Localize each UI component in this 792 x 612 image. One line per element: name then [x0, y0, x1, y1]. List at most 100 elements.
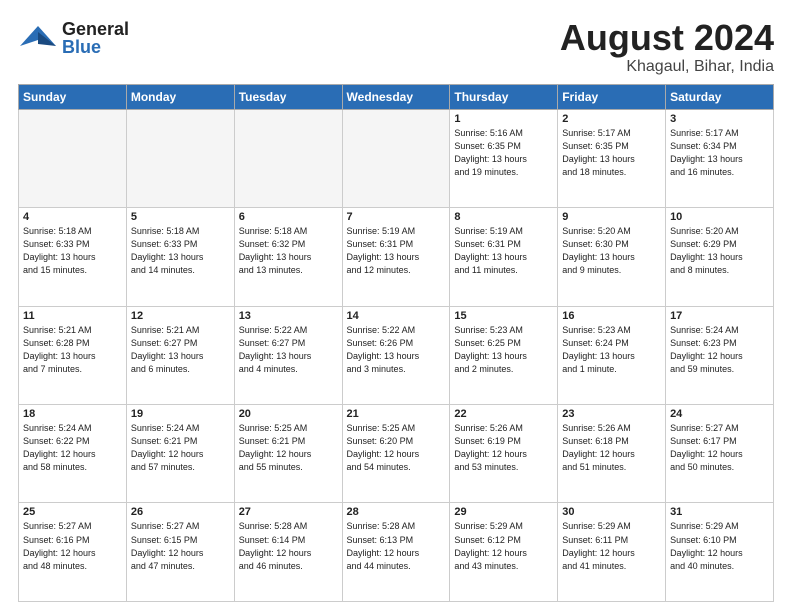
day-number: 26 — [131, 506, 230, 518]
title-block: August 2024 Khagaul, Bihar, India — [560, 18, 774, 76]
day-info: Sunrise: 5:28 AM Sunset: 6:13 PM Dayligh… — [347, 520, 446, 572]
day-number: 29 — [454, 506, 553, 518]
day-number: 12 — [131, 310, 230, 322]
day-number: 5 — [131, 211, 230, 223]
day-info: Sunrise: 5:23 AM Sunset: 6:25 PM Dayligh… — [454, 324, 553, 376]
calendar-cell: 24 Sunrise: 5:27 AM Sunset: 6:17 PM Dayli… — [666, 405, 774, 503]
calendar-cell — [342, 109, 450, 207]
calendar-week-5: 25Sunrise: 5:27 AM Sunset: 6:16 PM Dayli… — [19, 503, 774, 602]
day-info: Sunrise: 5:25 AM Sunset: 6:20 PM Dayligh… — [347, 422, 446, 474]
day-info: Sunrise: 5:24 AM Sunset: 6:23 PM Dayligh… — [670, 324, 769, 376]
day-number: 16 — [562, 310, 661, 322]
page: General Blue August 2024 Khagaul, Bihar,… — [0, 0, 792, 612]
logo: General Blue — [18, 18, 129, 58]
day-number: 21 — [347, 408, 446, 420]
calendar-cell: 15 Sunrise: 5:23 AM Sunset: 6:25 PM Dayli… — [450, 306, 558, 404]
day-info: Sunrise: 5:19 AM Sunset: 6:31 PM Dayligh… — [347, 225, 446, 277]
calendar-week-2: 4 Sunrise: 5:18 AM Sunset: 6:33 PM Daylig… — [19, 208, 774, 306]
logo-blue: Blue — [62, 38, 129, 56]
day-number: 27 — [239, 506, 338, 518]
calendar-cell: 31 Sunrise: 5:29 AM Sunset: 6:10 PM Dayli… — [666, 503, 774, 602]
day-info: Sunrise: 5:21 AM Sunset: 6:27 PM Dayligh… — [131, 324, 230, 376]
calendar-cell: 23 Sunrise: 5:26 AM Sunset: 6:18 PM Dayli… — [558, 405, 666, 503]
col-monday: Monday — [126, 84, 234, 109]
day-number: 3 — [670, 113, 769, 125]
day-info: Sunrise: 5:29 AM Sunset: 6:10 PM Dayligh… — [670, 520, 769, 572]
day-info: Sunrise: 5:16 AM Sunset: 6:35 PM Dayligh… — [454, 127, 553, 179]
day-number: 17 — [670, 310, 769, 322]
calendar-cell: 27 Sunrise: 5:28 AM Sunset: 6:14 PM Dayli… — [234, 503, 342, 602]
calendar-cell: 18 Sunrise: 5:24 AM Sunset: 6:22 PM Dayli… — [19, 405, 127, 503]
calendar-cell: 20Sunrise: 5:25 AM Sunset: 6:21 PM Dayli… — [234, 405, 342, 503]
day-info: Sunrise: 5:21 AM Sunset: 6:28 PM Dayligh… — [23, 324, 122, 376]
calendar-cell — [19, 109, 127, 207]
calendar-cell: 2 Sunrise: 5:17 AM Sunset: 6:35 PM Daylig… — [558, 109, 666, 207]
day-info: Sunrise: 5:27 AM Sunset: 6:15 PM Dayligh… — [131, 520, 230, 572]
day-info: Sunrise: 5:29 AM Sunset: 6:12 PM Dayligh… — [454, 520, 553, 572]
calendar-header-row: Sunday Monday Tuesday Wednesday Thursday… — [19, 84, 774, 109]
day-number: 14 — [347, 310, 446, 322]
calendar-cell: 11 Sunrise: 5:21 AM Sunset: 6:28 PM Dayli… — [19, 306, 127, 404]
calendar-cell: 1Sunrise: 5:16 AM Sunset: 6:35 PM Daylig… — [450, 109, 558, 207]
logo-text-block: General Blue — [62, 20, 129, 56]
day-number: 9 — [562, 211, 661, 223]
day-number: 6 — [239, 211, 338, 223]
day-info: Sunrise: 5:20 AM Sunset: 6:29 PM Dayligh… — [670, 225, 769, 277]
col-sunday: Sunday — [19, 84, 127, 109]
calendar-cell: 30 Sunrise: 5:29 AM Sunset: 6:11 PM Dayli… — [558, 503, 666, 602]
day-number: 2 — [562, 113, 661, 125]
day-number: 7 — [347, 211, 446, 223]
day-number: 18 — [23, 408, 122, 420]
calendar-cell: 26 Sunrise: 5:27 AM Sunset: 6:15 PM Dayli… — [126, 503, 234, 602]
day-info: Sunrise: 5:23 AM Sunset: 6:24 PM Dayligh… — [562, 324, 661, 376]
calendar-cell: 17 Sunrise: 5:24 AM Sunset: 6:23 PM Dayli… — [666, 306, 774, 404]
calendar-week-3: 11 Sunrise: 5:21 AM Sunset: 6:28 PM Dayli… — [19, 306, 774, 404]
day-info: Sunrise: 5:29 AM Sunset: 6:11 PM Dayligh… — [562, 520, 661, 572]
calendar-cell: 10 Sunrise: 5:20 AM Sunset: 6:29 PM Dayli… — [666, 208, 774, 306]
day-info: Sunrise: 5:26 AM Sunset: 6:19 PM Dayligh… — [454, 422, 553, 474]
calendar-cell: 4 Sunrise: 5:18 AM Sunset: 6:33 PM Daylig… — [19, 208, 127, 306]
day-info: Sunrise: 5:27 AM Sunset: 6:16 PM Dayligh… — [23, 520, 122, 572]
day-number: 28 — [347, 506, 446, 518]
calendar-cell: 8Sunrise: 5:19 AM Sunset: 6:31 PM Daylig… — [450, 208, 558, 306]
col-tuesday: Tuesday — [234, 84, 342, 109]
header: General Blue August 2024 Khagaul, Bihar,… — [18, 18, 774, 76]
day-number: 4 — [23, 211, 122, 223]
calendar-cell: 3Sunrise: 5:17 AM Sunset: 6:34 PM Daylig… — [666, 109, 774, 207]
calendar-cell: 7 Sunrise: 5:19 AM Sunset: 6:31 PM Daylig… — [342, 208, 450, 306]
col-saturday: Saturday — [666, 84, 774, 109]
day-info: Sunrise: 5:24 AM Sunset: 6:22 PM Dayligh… — [23, 422, 122, 474]
day-number: 19 — [131, 408, 230, 420]
logo-general: General — [62, 20, 129, 38]
calendar-cell: 16 Sunrise: 5:23 AM Sunset: 6:24 PM Dayli… — [558, 306, 666, 404]
day-number: 10 — [670, 211, 769, 223]
day-info: Sunrise: 5:18 AM Sunset: 6:33 PM Dayligh… — [23, 225, 122, 277]
calendar-cell: 6 Sunrise: 5:18 AM Sunset: 6:32 PM Daylig… — [234, 208, 342, 306]
calendar-cell: 9Sunrise: 5:20 AM Sunset: 6:30 PM Daylig… — [558, 208, 666, 306]
calendar-cell — [234, 109, 342, 207]
day-number: 30 — [562, 506, 661, 518]
day-info: Sunrise: 5:17 AM Sunset: 6:35 PM Dayligh… — [562, 127, 661, 179]
day-info: Sunrise: 5:28 AM Sunset: 6:14 PM Dayligh… — [239, 520, 338, 572]
calendar-cell: 21 Sunrise: 5:25 AM Sunset: 6:20 PM Dayli… — [342, 405, 450, 503]
day-number: 11 — [23, 310, 122, 322]
day-number: 15 — [454, 310, 553, 322]
col-thursday: Thursday — [450, 84, 558, 109]
day-info: Sunrise: 5:19 AM Sunset: 6:31 PM Dayligh… — [454, 225, 553, 277]
logo-icon — [18, 18, 58, 58]
day-number: 23 — [562, 408, 661, 420]
calendar-cell: 19Sunrise: 5:24 AM Sunset: 6:21 PM Dayli… — [126, 405, 234, 503]
calendar-cell: 13Sunrise: 5:22 AM Sunset: 6:27 PM Dayli… — [234, 306, 342, 404]
col-wednesday: Wednesday — [342, 84, 450, 109]
calendar-week-1: 1Sunrise: 5:16 AM Sunset: 6:35 PM Daylig… — [19, 109, 774, 207]
day-info: Sunrise: 5:26 AM Sunset: 6:18 PM Dayligh… — [562, 422, 661, 474]
calendar-subtitle: Khagaul, Bihar, India — [560, 58, 774, 76]
day-info: Sunrise: 5:18 AM Sunset: 6:32 PM Dayligh… — [239, 225, 338, 277]
day-number: 24 — [670, 408, 769, 420]
day-number: 22 — [454, 408, 553, 420]
col-friday: Friday — [558, 84, 666, 109]
day-info: Sunrise: 5:22 AM Sunset: 6:27 PM Dayligh… — [239, 324, 338, 376]
calendar-week-4: 18 Sunrise: 5:24 AM Sunset: 6:22 PM Dayli… — [19, 405, 774, 503]
day-number: 31 — [670, 506, 769, 518]
day-info: Sunrise: 5:27 AM Sunset: 6:17 PM Dayligh… — [670, 422, 769, 474]
